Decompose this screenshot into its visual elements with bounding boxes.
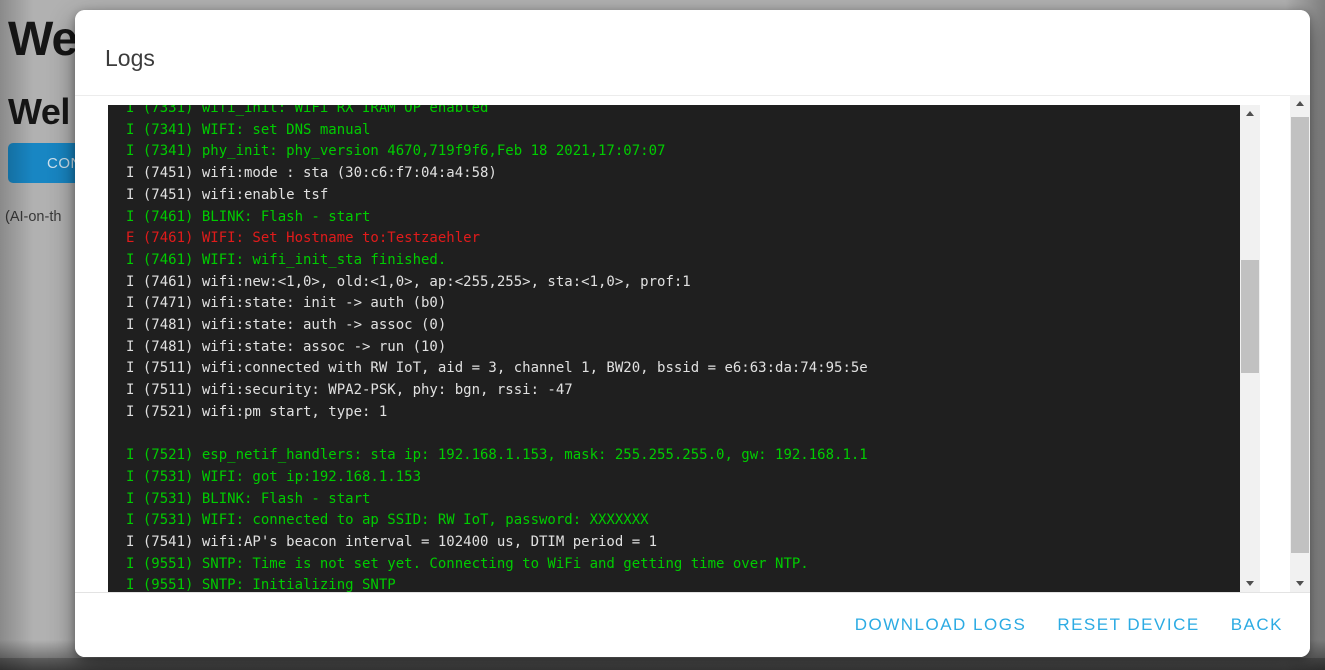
log-line: I (7481) wifi:state: auth -> assoc (0) bbox=[126, 315, 1240, 337]
page-bottom-bar bbox=[0, 658, 1325, 670]
page-heading-1: We bbox=[8, 16, 77, 64]
dialog-header: Logs bbox=[75, 10, 1310, 96]
log-line: I (7331) wifi_init: WiFi RX IRAM OP enab… bbox=[126, 105, 1240, 120]
dialog-title: Logs bbox=[105, 47, 155, 70]
log-line: I (7451) wifi:enable tsf bbox=[126, 185, 1240, 207]
page-heading-2: Wel bbox=[8, 94, 70, 130]
download-logs-button[interactable]: DOWNLOAD LOGS bbox=[847, 609, 1035, 641]
log-line: I (7461) BLINK: Flash - start bbox=[126, 207, 1240, 229]
scroll-up-arrow-icon bbox=[1296, 101, 1304, 106]
log-line: I (7461) WIFI: wifi_init_sta finished. bbox=[126, 250, 1240, 272]
log-line: I (7511) wifi:security: WPA2-PSK, phy: b… bbox=[126, 380, 1240, 402]
dialog-scrollbar-thumb[interactable] bbox=[1291, 117, 1309, 553]
page-subtitle: (AI-on-th bbox=[5, 209, 61, 225]
scroll-down-arrow-icon bbox=[1246, 581, 1254, 586]
log-line: I (9551) SNTP: Time is not set yet. Conn… bbox=[126, 554, 1240, 576]
dialog-scroll-up-button[interactable] bbox=[1290, 95, 1310, 112]
log-line: I (7461) wifi:new:<1,0>, old:<1,0>, ap:<… bbox=[126, 272, 1240, 294]
log-scrollbar-thumb[interactable] bbox=[1241, 260, 1259, 373]
log-line: I (7531) WIFI: got ip:192.168.1.153 bbox=[126, 467, 1240, 489]
log-scroll-up-button[interactable] bbox=[1240, 105, 1260, 122]
log-scroll-down-button[interactable] bbox=[1240, 575, 1260, 592]
log-line bbox=[126, 424, 1240, 446]
log-line: E (7461) WIFI: Set Hostname to:Testzaehl… bbox=[126, 228, 1240, 250]
dialog-scrollbar[interactable] bbox=[1290, 95, 1310, 592]
logs-dialog: Logs I (7331) wifi_init: WiFi RX IRAM OP… bbox=[75, 10, 1310, 657]
dialog-footer: DOWNLOAD LOGS RESET DEVICE BACK bbox=[75, 592, 1310, 657]
log-line: I (7521) wifi:pm start, type: 1 bbox=[126, 402, 1240, 424]
log-line: I (7541) wifi:AP's beacon interval = 102… bbox=[126, 532, 1240, 554]
dialog-scroll-down-button[interactable] bbox=[1290, 575, 1310, 592]
scroll-down-arrow-icon bbox=[1296, 581, 1304, 586]
log-line: I (7471) wifi:state: init -> auth (b0) bbox=[126, 293, 1240, 315]
log-line: I (7531) BLINK: Flash - start bbox=[126, 489, 1240, 511]
back-button[interactable]: BACK bbox=[1223, 609, 1291, 641]
log-output[interactable]: I (7331) wifi_init: WiFi RX IRAM OP enab… bbox=[108, 105, 1240, 592]
log-lines: I (7331) wifi_init: WiFi RX IRAM OP enab… bbox=[126, 105, 1240, 592]
log-scrollbar[interactable] bbox=[1240, 105, 1260, 592]
reset-device-button[interactable]: RESET DEVICE bbox=[1049, 609, 1207, 641]
scroll-up-arrow-icon bbox=[1246, 111, 1254, 116]
log-line: I (7451) wifi:mode : sta (30:c6:f7:04:a4… bbox=[126, 163, 1240, 185]
log-line: I (9551) SNTP: Initializing SNTP bbox=[126, 575, 1240, 592]
log-line: I (7521) esp_netif_handlers: sta ip: 192… bbox=[126, 445, 1240, 467]
log-line: I (7511) wifi:connected with RW IoT, aid… bbox=[126, 358, 1240, 380]
log-line: I (7341) WIFI: set DNS manual bbox=[126, 120, 1240, 142]
log-line: I (7341) phy_init: phy_version 4670,719f… bbox=[126, 141, 1240, 163]
log-line: I (7531) WIFI: connected to ap SSID: RW … bbox=[126, 510, 1240, 532]
log-viewer: I (7331) wifi_init: WiFi RX IRAM OP enab… bbox=[108, 105, 1260, 592]
log-line: I (7481) wifi:state: assoc -> run (10) bbox=[126, 337, 1240, 359]
